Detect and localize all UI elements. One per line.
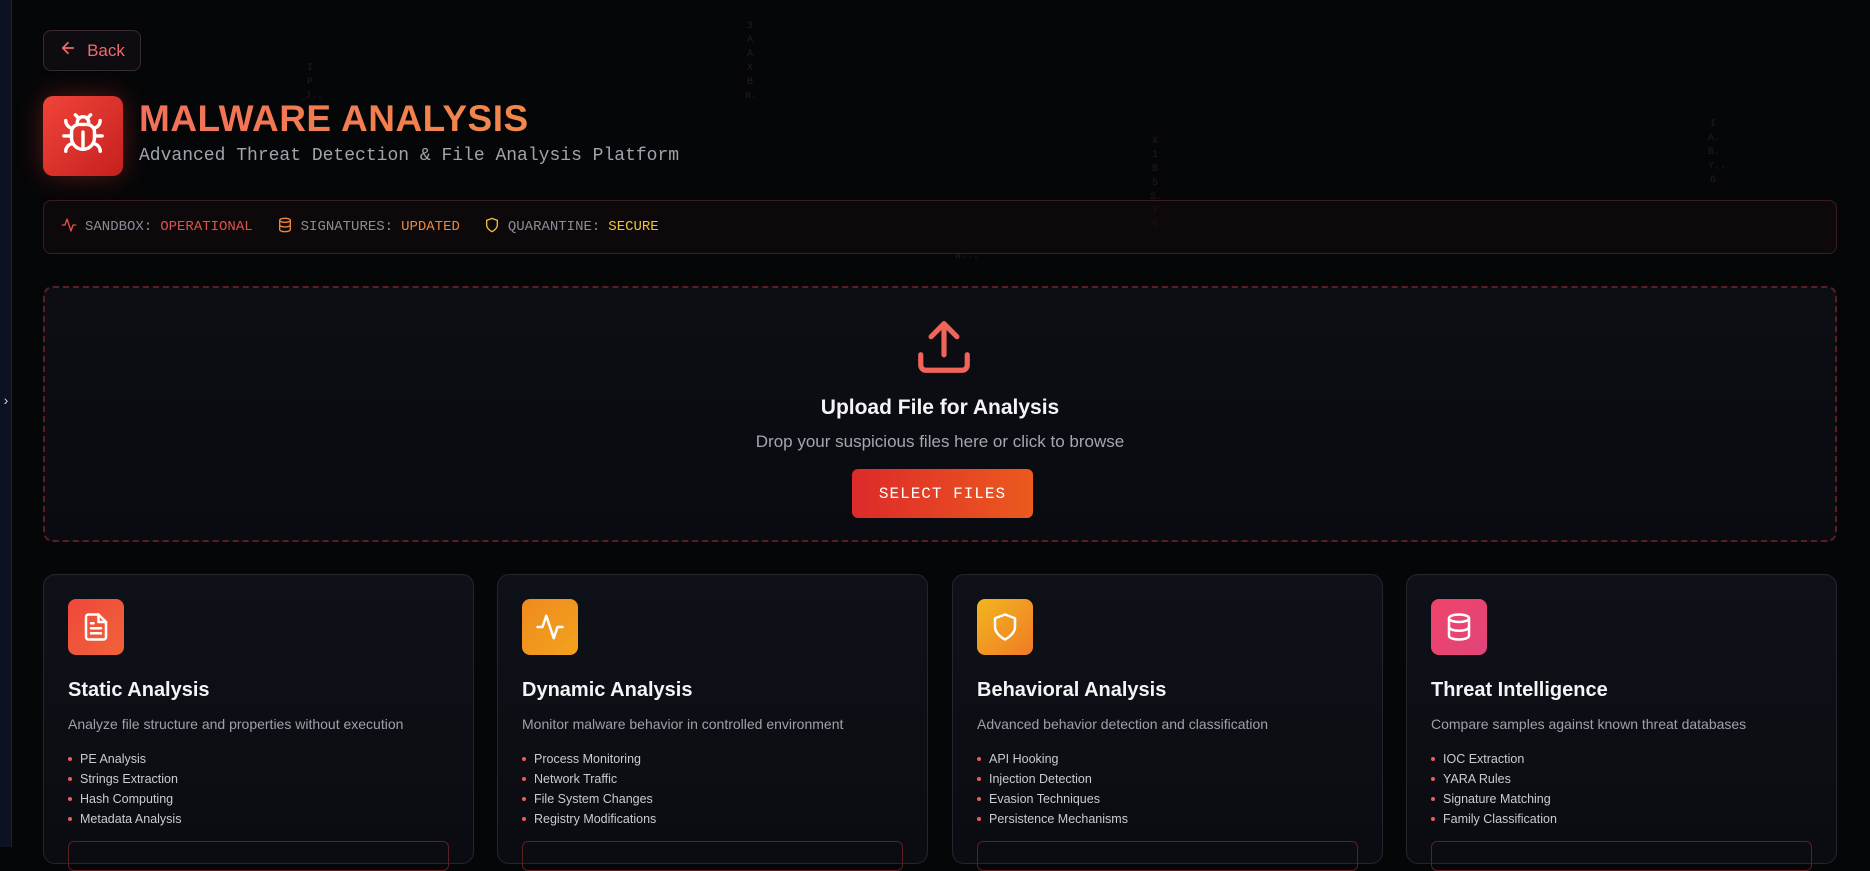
status-value: SECURE [608,219,659,235]
list-item: Injection Detection [977,769,1128,789]
shield-icon [977,599,1033,655]
feature-list: PE Analysis Strings Extraction Hash Comp… [68,749,181,829]
list-item: File System Changes [522,789,656,809]
card-title: Behavioral Analysis [977,679,1167,701]
card-description: Compare samples against known threat dat… [1431,716,1747,732]
arrow-left-icon [59,39,77,62]
page-subtitle: Advanced Threat Detection & File Analysi… [139,146,680,166]
sidebar-rail: › [0,0,12,847]
list-item: Registry Modifications [522,809,656,829]
status-label: QUARANTINE: [507,219,601,235]
card-description: Analyze file structure and properties wi… [68,716,404,732]
bug-icon [60,111,106,162]
card-title: Threat Intelligence [1431,679,1608,701]
card-description: Monitor malware behavior in controlled e… [522,716,844,732]
list-item: IOC Extraction [1431,749,1557,769]
card-title: Static Analysis [68,679,210,701]
background-matrix-column: 3AAXB N. [745,21,758,102]
card-action-button[interactable] [977,841,1358,871]
analysis-card-dynamic[interactable]: Dynamic Analysis Monitor malware behavio… [497,574,928,871]
card-action-button[interactable] [1431,841,1812,871]
upload-description: Drop your suspicious files here or click… [755,432,1125,451]
file-drop-zone[interactable]: Upload File for Analysis Drop your suspi… [43,286,1837,542]
status-signatures: SIGNATURES: UPDATED [277,217,460,238]
feature-list: API Hooking Injection Detection Evasion … [977,749,1128,829]
list-item: Network Traffic [522,769,656,789]
status-value: UPDATED [401,219,460,235]
status-label: SIGNATURES: [300,219,394,235]
list-item: API Hooking [977,749,1128,769]
list-item: Process Monitoring [522,749,656,769]
background-matrix-column: IA.B.Y..6 [1708,119,1727,186]
status-sandbox: SANDBOX: OPERATIONAL [61,217,253,238]
chevron-right-icon[interactable]: › [1,392,11,408]
database-icon [1431,599,1487,655]
back-button-label: Back [87,40,125,60]
status-value: OPERATIONAL [160,219,253,235]
upload-icon [913,316,975,378]
card-action-button[interactable] [68,841,449,871]
shield-icon [484,217,500,238]
list-item: Signature Matching [1431,789,1557,809]
list-item: Metadata Analysis [68,809,181,829]
feature-list: IOC Extraction YARA Rules Signature Matc… [1431,749,1557,829]
back-button[interactable]: Back [43,30,141,71]
analysis-card-static[interactable]: Static Analysis Analyze file structure a… [43,574,474,871]
list-item: PE Analysis [68,749,181,769]
card-description: Advanced behavior detection and classifi… [977,716,1269,732]
card-title: Dynamic Analysis [522,679,693,701]
list-item: Strings Extraction [68,769,181,789]
system-status-bar: SANDBOX: OPERATIONAL SIGNATURES: UPDATED… [43,200,1837,254]
database-icon [277,217,293,238]
list-item: Family Classification [1431,809,1557,829]
status-label: SANDBOX: [85,219,153,235]
page-title: MALWARE ANALYSIS [139,98,529,139]
bug-logo [43,96,123,176]
status-quarantine: QUARANTINE: SECURE [484,217,659,238]
list-item: Evasion Techniques [977,789,1128,809]
analysis-card-behavioral[interactable]: Behavioral Analysis Advanced behavior de… [952,574,1383,871]
activity-icon [522,599,578,655]
list-item: Hash Computing [68,789,181,809]
card-action-button[interactable] [522,841,903,871]
file-text-icon [68,599,124,655]
upload-title: Upload File for Analysis [820,396,1060,419]
select-files-button[interactable]: SELECT FILES [852,469,1033,518]
activity-icon [61,217,77,238]
feature-list: Process Monitoring Network Traffic File … [522,749,656,829]
analysis-card-threat-intel[interactable]: Threat Intelligence Compare samples agai… [1406,574,1837,871]
list-item: Persistence Mechanisms [977,809,1128,829]
list-item: YARA Rules [1431,769,1557,789]
